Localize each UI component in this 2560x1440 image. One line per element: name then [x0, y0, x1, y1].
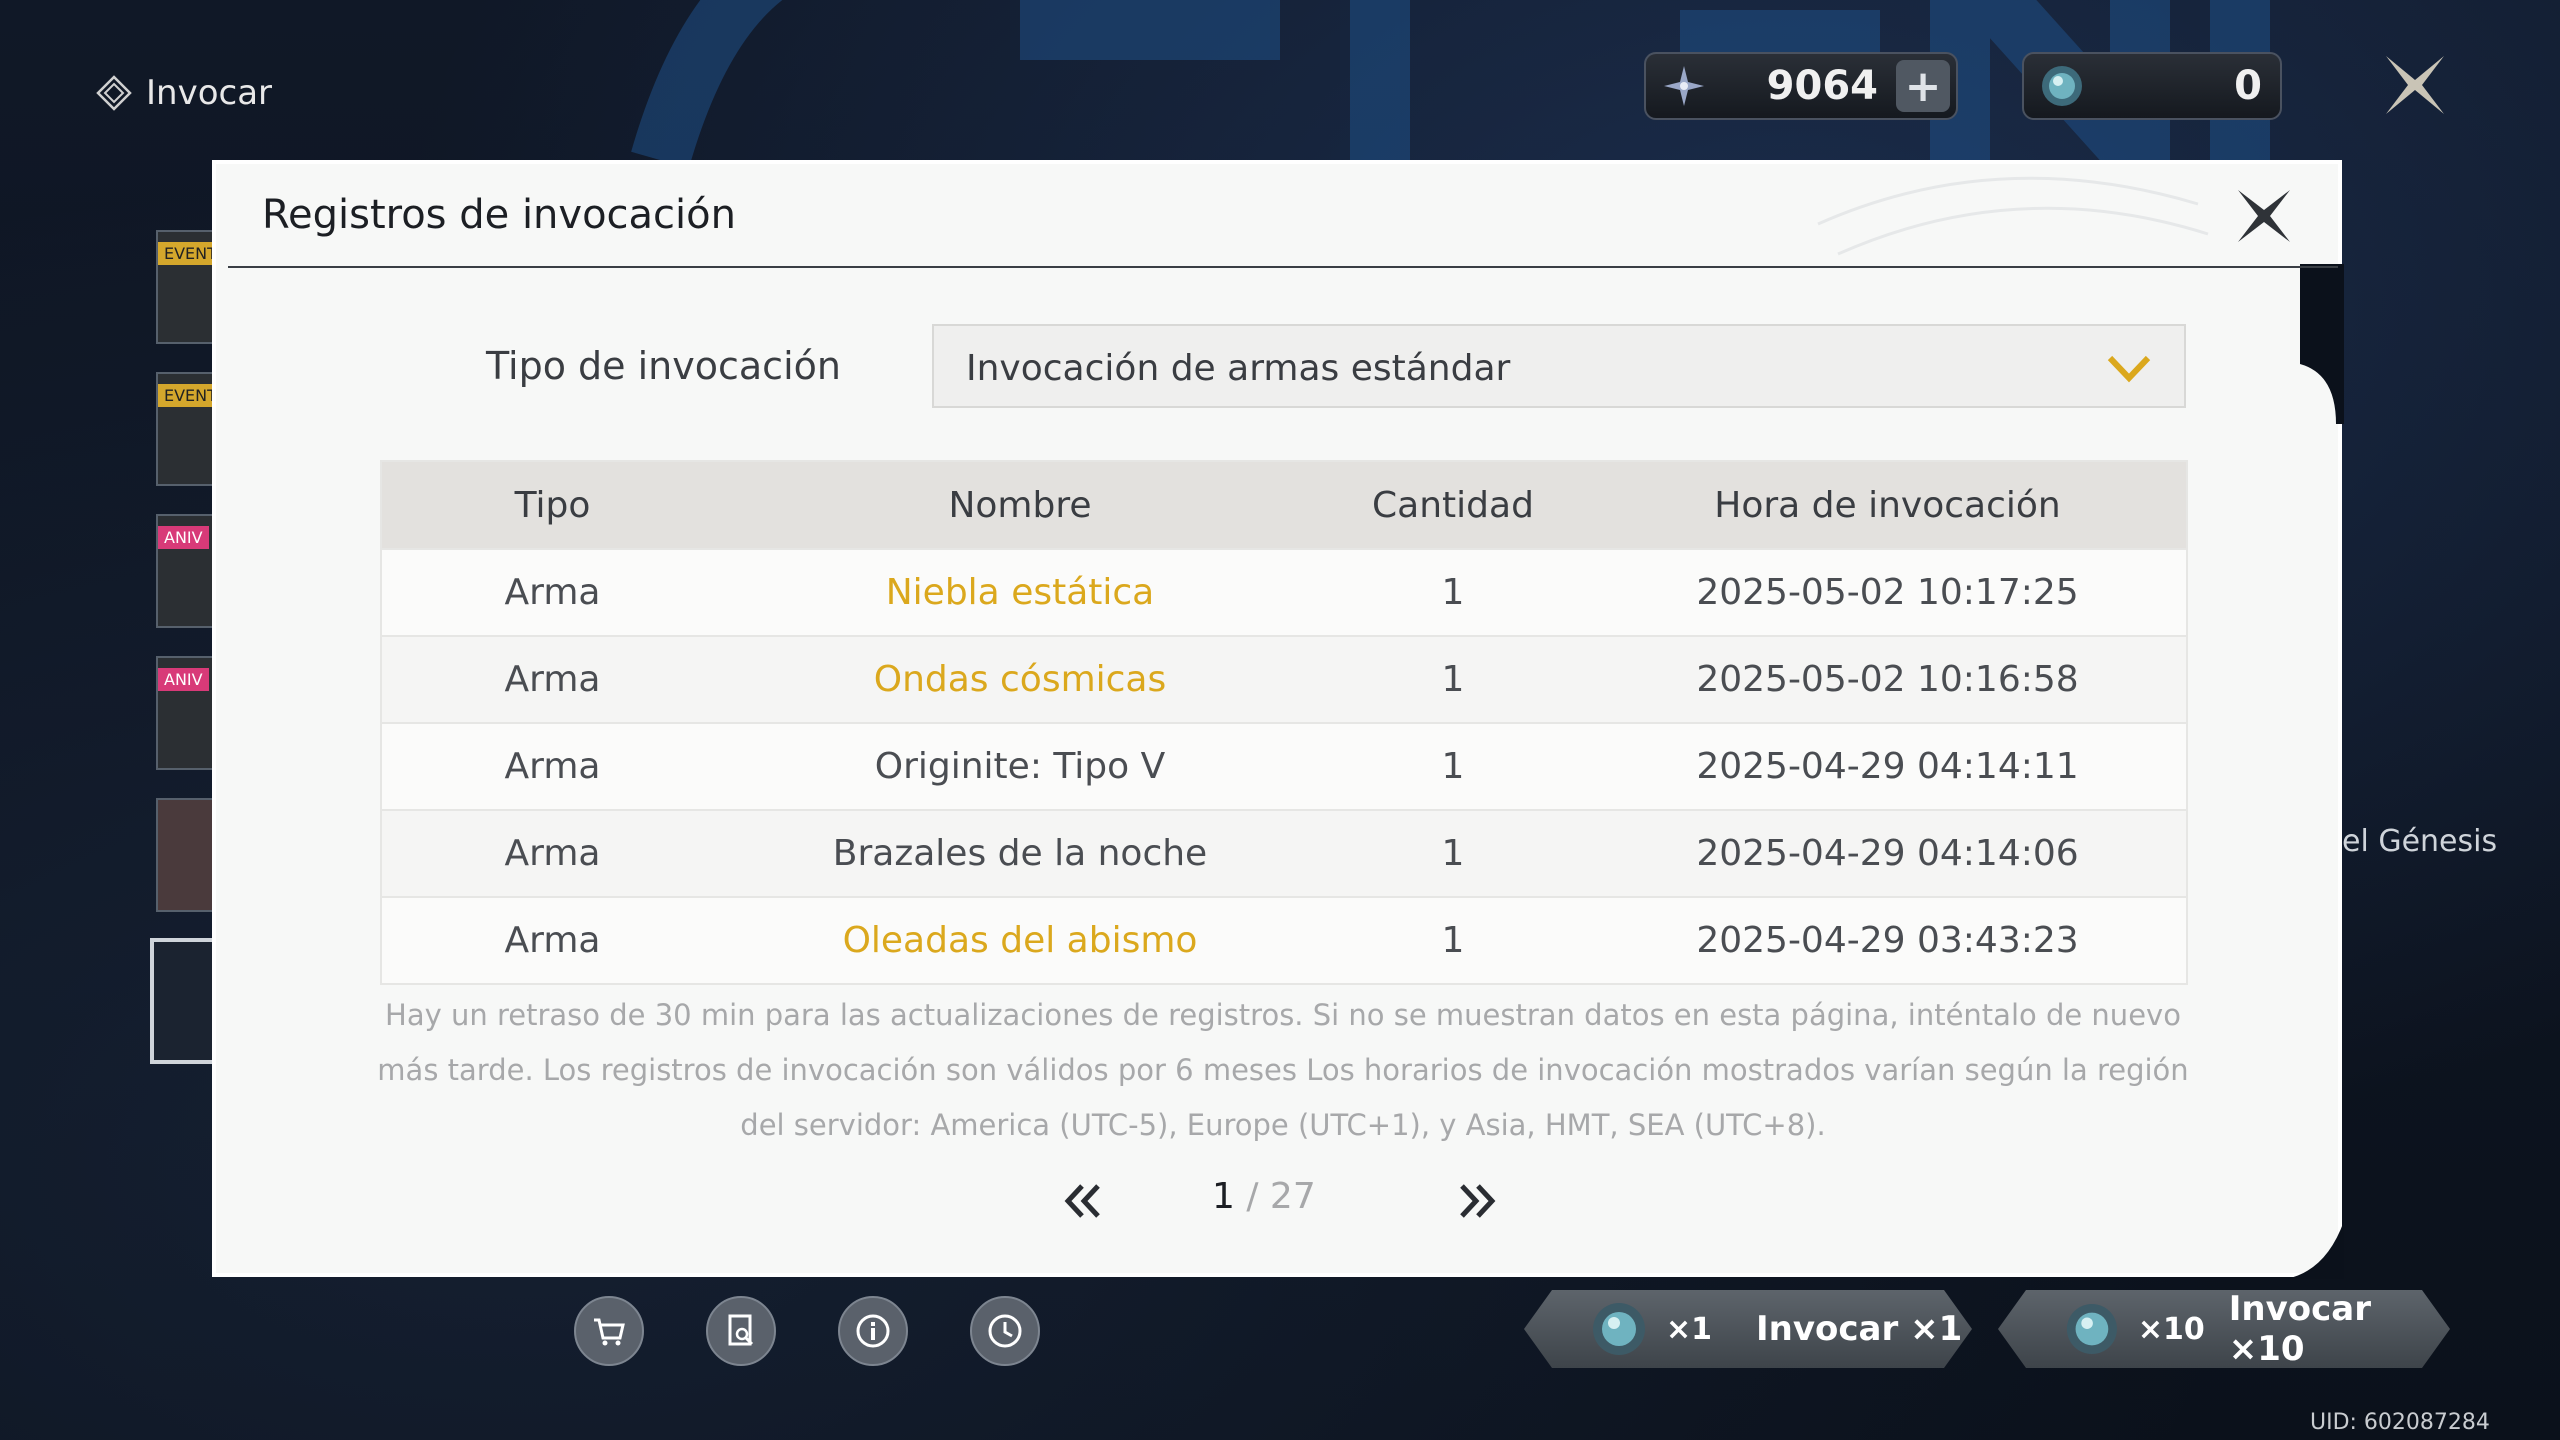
records-note: Hay un retraso de 30 min para las actual… [377, 998, 2189, 1142]
clock-icon [988, 1314, 1022, 1348]
banner-tag: ANIV [158, 668, 209, 691]
page-indicator: 1 / 27 [1212, 1176, 1316, 1217]
banner-thumb-5[interactable] [156, 798, 218, 912]
table-row: Arma Oleadas del abismo 1 2025-04-29 03:… [381, 896, 2187, 984]
summon-type-label: Tipo de invocación [486, 344, 841, 388]
cell-nombre: Originite: Tipo V [723, 722, 1317, 810]
close-screen-icon[interactable] [2380, 52, 2450, 118]
table-row: Arma Ondas cósmicas 1 2025-05-02 10:16:5… [381, 635, 2187, 723]
gem-currency-value: 0 [2234, 63, 2262, 109]
banner-tag: ANIV [158, 526, 209, 549]
cell-nombre: Niebla estática [723, 548, 1317, 636]
document-search-icon [728, 1314, 754, 1346]
modal-corner-decoration [2300, 264, 2344, 424]
column-header-tipo: Tipo [381, 461, 723, 549]
banner-thumb-1[interactable]: EVENT [156, 230, 218, 344]
add-currency-button[interactable]: + [1896, 60, 1950, 112]
table-row: Arma Originite: Tipo V 1 2025-04-29 04:1… [381, 722, 2187, 810]
gem-currency: 0 [2022, 52, 2282, 120]
banner-tag: EVENT [158, 242, 216, 265]
summon-type-dropdown[interactable]: Invocación de armas estándar [932, 324, 2186, 408]
star-currency-icon [1664, 66, 1704, 106]
table-header-row: Tipo Nombre Cantidad Hora de invocación [381, 461, 2187, 549]
gem-currency-icon [2042, 66, 2082, 106]
details-button[interactable] [706, 1296, 776, 1366]
summon-x1-label: Invocar ×1 [1756, 1309, 1963, 1349]
cell-cantidad: 1 [1317, 548, 1589, 636]
star-currency-value: 9064 [1766, 63, 1878, 109]
summon-x10-cost: ×10 [2137, 1311, 2205, 1347]
screen-title-text: Invocar [146, 73, 273, 113]
page-current: 1 [1212, 1176, 1235, 1217]
cell-hora: 2025-05-02 10:17:25 [1589, 548, 2187, 636]
cell-hora: 2025-04-29 03:43:23 [1589, 896, 2187, 984]
cell-nombre: Ondas cósmicas [723, 635, 1317, 723]
bottom-toolbar [574, 1296, 1040, 1366]
records-table: Tipo Nombre Cantidad Hora de invocación … [380, 460, 2188, 985]
info-button[interactable] [838, 1296, 908, 1366]
modal-header: Registros de invocación [228, 164, 2338, 268]
pagination: 1 / 27 [216, 1172, 2338, 1232]
uid-text: UID: 602087284 [2310, 1410, 2490, 1435]
summon-x10-button[interactable]: ×10 Invocar ×10 [1998, 1290, 2450, 1368]
summon-type-value: Invocación de armas estándar [966, 348, 1511, 389]
cell-hora: 2025-04-29 04:14:06 [1589, 809, 2187, 897]
table-row: Arma Brazales de la noche 1 2025-04-29 0… [381, 809, 2187, 897]
cell-hora: 2025-04-29 04:14:11 [1589, 722, 2187, 810]
cell-tipo: Arma [381, 809, 723, 897]
cell-cantidad: 1 [1317, 722, 1589, 810]
cell-cantidad: 1 [1317, 809, 1589, 897]
column-header-nombre: Nombre [723, 461, 1317, 549]
cell-tipo: Arma [381, 548, 723, 636]
banner-thumb-4[interactable]: ANIV [156, 656, 218, 770]
gem-icon [2064, 1300, 2120, 1358]
cell-tipo: Arma [381, 635, 723, 723]
column-header-cantidad: Cantidad [1317, 461, 1589, 549]
summon-x1-cost: ×1 [1666, 1311, 1713, 1347]
shop-button[interactable] [574, 1296, 644, 1366]
summon-x10-label: Invocar ×10 [2228, 1289, 2371, 1369]
banner-thumb-2[interactable]: EVENT [156, 372, 218, 486]
close-icon[interactable] [2232, 184, 2296, 248]
summon-records-modal: Registros de invocación Tipo de invocaci… [212, 160, 2344, 1279]
cell-tipo: Arma [381, 896, 723, 984]
banner-name-text: el Génesis [2342, 824, 2498, 859]
chevron-down-icon [2107, 355, 2151, 383]
star-currency: 9064 + [1644, 52, 1958, 120]
double-chevron-right-icon[interactable] [1454, 1178, 1500, 1224]
banner-thumb-3[interactable]: ANIV [156, 514, 218, 628]
cell-nombre: Brazales de la noche [723, 809, 1317, 897]
cell-tipo: Arma [381, 722, 723, 810]
cell-hora: 2025-05-02 10:16:58 [1589, 635, 2187, 723]
info-icon [856, 1314, 890, 1348]
screen-title: Invocar [96, 68, 272, 118]
table-row: Arma Niebla estática 1 2025-05-02 10:17:… [381, 548, 2187, 636]
double-chevron-left-icon[interactable] [1060, 1178, 1106, 1224]
cell-cantidad: 1 [1317, 896, 1589, 984]
cell-nombre: Oleadas del abismo [723, 896, 1317, 984]
page-total: / 27 [1246, 1176, 1316, 1217]
modal-title: Registros de invocación [262, 192, 736, 238]
cell-cantidad: 1 [1317, 635, 1589, 723]
gem-icon [1590, 1300, 1648, 1358]
banner-tag: EVENT [158, 384, 216, 407]
header-decoration [1817, 176, 2209, 256]
summon-x1-button[interactable]: ×1 Invocar ×1 [1524, 1290, 1972, 1368]
column-header-hora: Hora de invocación [1589, 461, 2187, 549]
cart-icon [594, 1318, 625, 1346]
summon-diamond-icon [96, 75, 132, 111]
history-button[interactable] [970, 1296, 1040, 1366]
